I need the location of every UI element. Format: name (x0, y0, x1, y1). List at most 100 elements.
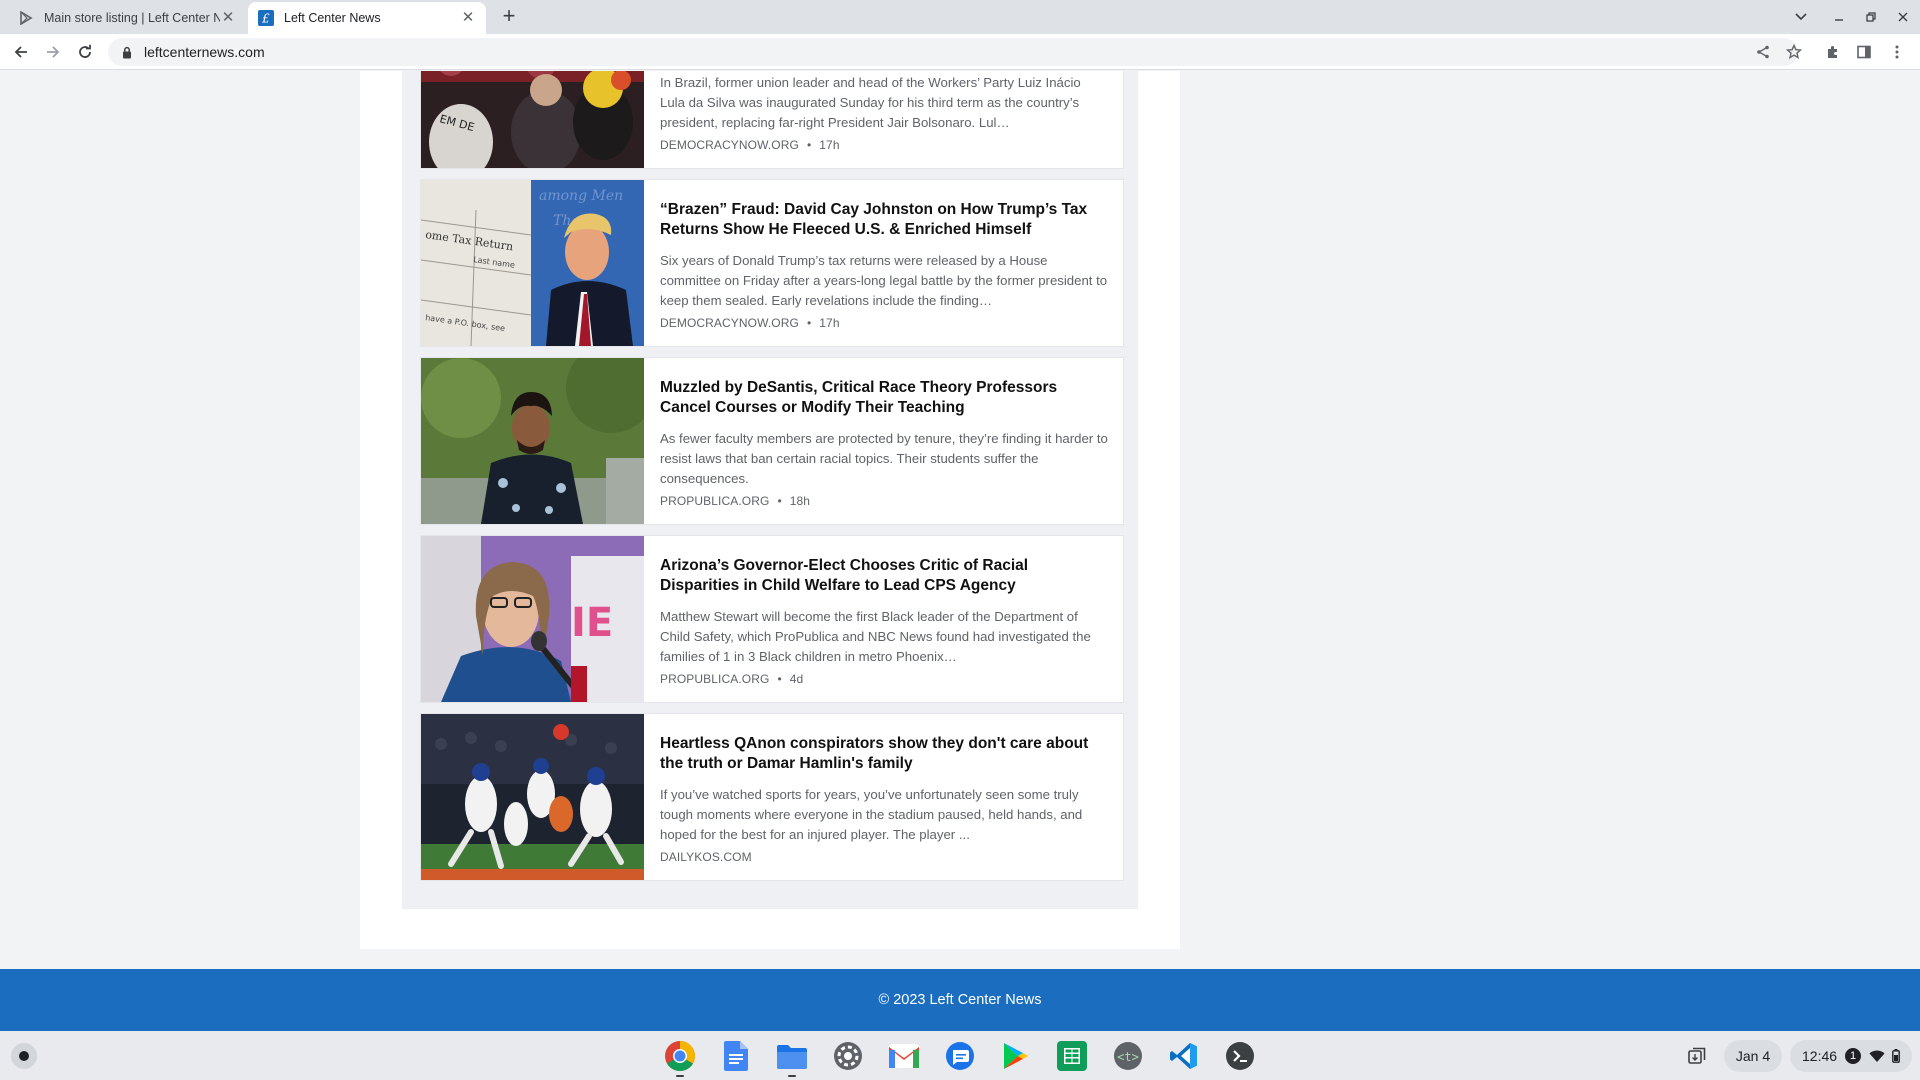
restore-icon[interactable] (1860, 6, 1882, 28)
article-headline[interactable]: Heartless QAnon conspirators show they d… (660, 734, 1108, 774)
article-time: 17h (819, 316, 840, 330)
close-tab-icon[interactable]: ✕ (220, 10, 236, 26)
card-body: Arizona’s Governor-Elect Chooses Critic … (660, 556, 1108, 686)
reload-button[interactable] (73, 40, 97, 64)
card-body: “Brazen” Fraud: David Cay Johnston on Ho… (660, 200, 1108, 330)
side-panel-icon[interactable] (1852, 40, 1876, 64)
article-headline[interactable]: “Brazen” Fraud: David Cay Johnston on Ho… (660, 200, 1108, 240)
separator-dot: • (806, 316, 812, 330)
site-footer: © 2023 Left Center News (0, 969, 1920, 1031)
news-card[interactable]: Muzzled by DeSantis, Critical Race Theor… (420, 357, 1124, 525)
back-button[interactable] (9, 40, 33, 64)
gmail-icon[interactable] (886, 1038, 922, 1074)
article-meta: DAILYKOS.COM (660, 850, 1108, 864)
article-excerpt: Matthew Stewart will become the first Bl… (660, 609, 1091, 664)
news-feed: EM DE In Brazil, former union leader and… (402, 71, 1138, 909)
article-thumbnail[interactable]: ome Tax Return Last name have a P.O. box… (421, 180, 644, 346)
minimize-icon[interactable] (1828, 6, 1850, 28)
article-meta: PROPUBLICA.ORG • 18h (660, 494, 1108, 508)
article-thumbnail[interactable] (421, 714, 644, 880)
article-headline[interactable]: Muzzled by DeSantis, Critical Race Theor… (660, 378, 1108, 418)
terminal-icon[interactable] (1222, 1038, 1258, 1074)
play-store-icon[interactable] (998, 1038, 1034, 1074)
play-console-icon (18, 10, 34, 26)
settings-icon[interactable] (830, 1038, 866, 1074)
status-tray[interactable]: 12:46 1 (1790, 1040, 1912, 1072)
page-viewport: EM DE In Brazil, former union leader and… (0, 71, 1920, 1031)
article-source[interactable]: PROPUBLICA.ORG (660, 494, 769, 508)
tab-strip: Main store listing | Left Center News ✕ … (0, 0, 1920, 34)
lock-icon[interactable] (120, 45, 134, 59)
date-text: Jan 4 (1735, 1048, 1771, 1064)
launcher-button[interactable] (11, 1043, 37, 1069)
share-icon[interactable] (1751, 40, 1775, 64)
svg-text:<t>: <t> (1117, 1050, 1139, 1064)
article-source[interactable]: PROPUBLICA.ORG (660, 672, 769, 686)
extensions-icon[interactable] (1821, 40, 1845, 64)
article-excerpt: Six years of Donald Trump’s tax returns … (660, 253, 1108, 308)
card-body: Muzzled by DeSantis, Critical Race Theor… (660, 378, 1108, 508)
news-card[interactable]: EM DE In Brazil, former union leader and… (420, 71, 1124, 169)
running-indicator (676, 1075, 684, 1077)
lcn-favicon: £ (258, 10, 274, 26)
card-body: In Brazil, former union leader and head … (660, 71, 1108, 152)
separator-dot: • (777, 672, 782, 686)
docs-icon[interactable] (718, 1038, 754, 1074)
launcher-icon (19, 1051, 29, 1061)
article-excerpt: As fewer faculty members are protected b… (660, 431, 1108, 486)
news-card[interactable]: IE Arizona’s Governor-Elect Chooses Crit… (420, 535, 1124, 703)
vscode-icon[interactable] (1166, 1038, 1202, 1074)
card-body: Heartless QAnon conspirators show they d… (660, 734, 1108, 864)
svg-text:£: £ (261, 12, 270, 26)
forward-button[interactable] (41, 40, 65, 64)
news-card[interactable]: ome Tax Return Last name have a P.O. box… (420, 179, 1124, 347)
date-tray[interactable]: Jan 4 (1724, 1040, 1782, 1072)
browser-toolbar: leftcenternews.com (0, 34, 1920, 70)
close-tab-icon[interactable]: ✕ (460, 10, 476, 26)
running-indicator (788, 1075, 796, 1077)
os-shelf: <t> Jan 4 12:46 1 (0, 1031, 1920, 1080)
article-meta: DEMOCRACYNOW.ORG • 17h (660, 138, 1108, 152)
article-excerpt: If you’ve watched sports for years, you’… (660, 787, 1083, 842)
holding-space-icon[interactable] (1680, 1040, 1714, 1072)
svg-text:among Men: among Men (539, 188, 623, 204)
article-thumbnail[interactable]: IE (421, 536, 644, 702)
article-excerpt: In Brazil, former union leader and head … (660, 75, 1081, 130)
close-window-icon[interactable] (1892, 6, 1914, 28)
tab-title: Main store listing | Left Center News (44, 11, 220, 25)
battery-icon (1892, 1049, 1900, 1063)
copyright-text: © 2023 Left Center News (878, 992, 1042, 1008)
article-time: 17h (819, 138, 840, 152)
article-time: 4d (789, 672, 804, 686)
tab-title: Left Center News (284, 11, 381, 25)
article-thumbnail[interactable] (421, 358, 644, 524)
messages-icon[interactable] (942, 1038, 978, 1074)
tab-search-icon[interactable] (1790, 6, 1812, 28)
article-source[interactable]: DEMOCRACYNOW.ORG (660, 316, 799, 330)
clock-text: 12:46 (1802, 1048, 1838, 1064)
tab-main-store-listing[interactable]: Main store listing | Left Center News ✕ (8, 2, 246, 34)
text-editor-icon[interactable]: <t> (1110, 1038, 1146, 1074)
news-card[interactable]: Heartless QAnon conspirators show they d… (420, 713, 1124, 881)
article-time: 18h (789, 494, 811, 508)
wifi-icon (1869, 1049, 1885, 1063)
article-meta: DEMOCRACYNOW.ORG • 17h (660, 316, 1108, 330)
chrome-icon[interactable] (662, 1038, 698, 1077)
svg-text:IE: IE (571, 600, 613, 646)
url-text: leftcenternews.com (144, 44, 265, 60)
separator-dot: • (806, 138, 812, 152)
menu-kebab-icon[interactable] (1885, 40, 1909, 64)
address-bar[interactable]: leftcenternews.com (108, 38, 1798, 66)
bookmark-star-icon[interactable] (1782, 40, 1806, 64)
article-source[interactable]: DEMOCRACYNOW.ORG (660, 138, 799, 152)
article-thumbnail[interactable]: EM DE (421, 71, 644, 168)
article-meta: PROPUBLICA.ORG • 4d (660, 672, 1108, 686)
notification-badge: 1 (1845, 1048, 1862, 1064)
article-source[interactable]: DAILYKOS.COM (660, 850, 752, 864)
tab-left-center-news[interactable]: £ Left Center News ✕ (248, 2, 486, 34)
article-headline[interactable]: Arizona’s Governor-Elect Chooses Critic … (660, 556, 1108, 596)
new-tab-button[interactable]: + (497, 5, 521, 29)
sheets-icon[interactable] (1054, 1038, 1090, 1074)
files-icon[interactable] (774, 1038, 810, 1077)
separator-dot: • (777, 494, 782, 508)
